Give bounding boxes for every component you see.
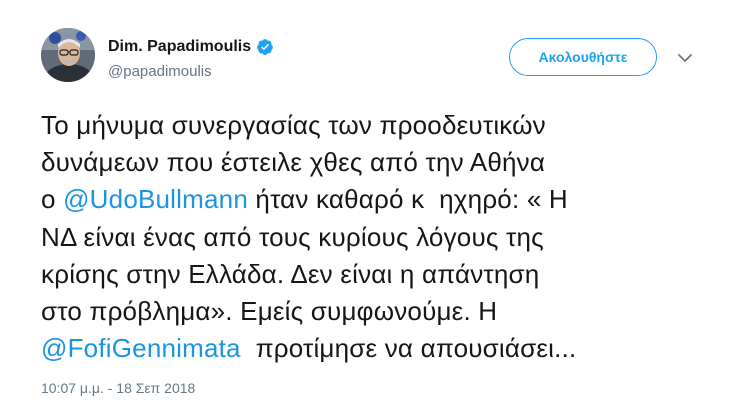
avatar-image [41,28,95,82]
tweet-text-segment: προτίμησε να απουσιάσει... [240,333,577,364]
chevron-down-icon[interactable] [677,52,693,64]
tweet-text-segment: ο [41,184,64,215]
tweet-line: κρίσης στην Ελλάδα. Δεν είναι η απάντηση [41,258,540,289]
tweet-line: στο πρόβλημα». Εμείς συμφωνούμε. Η [41,296,498,327]
tweet-text: Το μήνυμα συνεργασίας των προοδευτικών δ… [41,107,721,367]
mention-link-udobullmann[interactable]: @UdoBullmann [63,184,248,214]
tweet-line: @FofiGennimata προτίμησε να απουσιάσει..… [41,330,721,367]
author-name[interactable]: Dim. Papadimoulis [108,38,251,56]
follow-button[interactable]: Ακολουθήστε [509,38,657,76]
tweet-line: ΝΔ είναι ένας από τους κυρίους λόγους τη… [41,221,544,252]
tweet-card: Dim. Papadimoulis @papadimoulis Ακολουθή… [0,0,735,414]
mention-link-fofigennimata[interactable]: @FofiGennimata [41,333,241,363]
author-handle[interactable]: @papadimoulis [108,63,212,80]
avatar[interactable] [41,28,95,82]
tweet-timestamp[interactable]: 10:07 μ.μ. - 18 Σεπ 2018 [41,380,195,396]
verified-badge-icon [257,39,274,55]
tweet-line: δυνάμεων που έστειλε χθες από την Αθήνα [41,147,546,178]
tweet-text-segment: ήταν καθαρό κ ηχηρό: « Η [247,184,568,215]
tweet-line: ο @UdoBullmann ήταν καθαρό κ ηχηρό: « Η [41,181,721,218]
tweet-line: Το μήνυμα συνεργασίας των προοδευτικών [41,110,546,140]
author-name-row[interactable]: Dim. Papadimoulis [108,36,274,58]
